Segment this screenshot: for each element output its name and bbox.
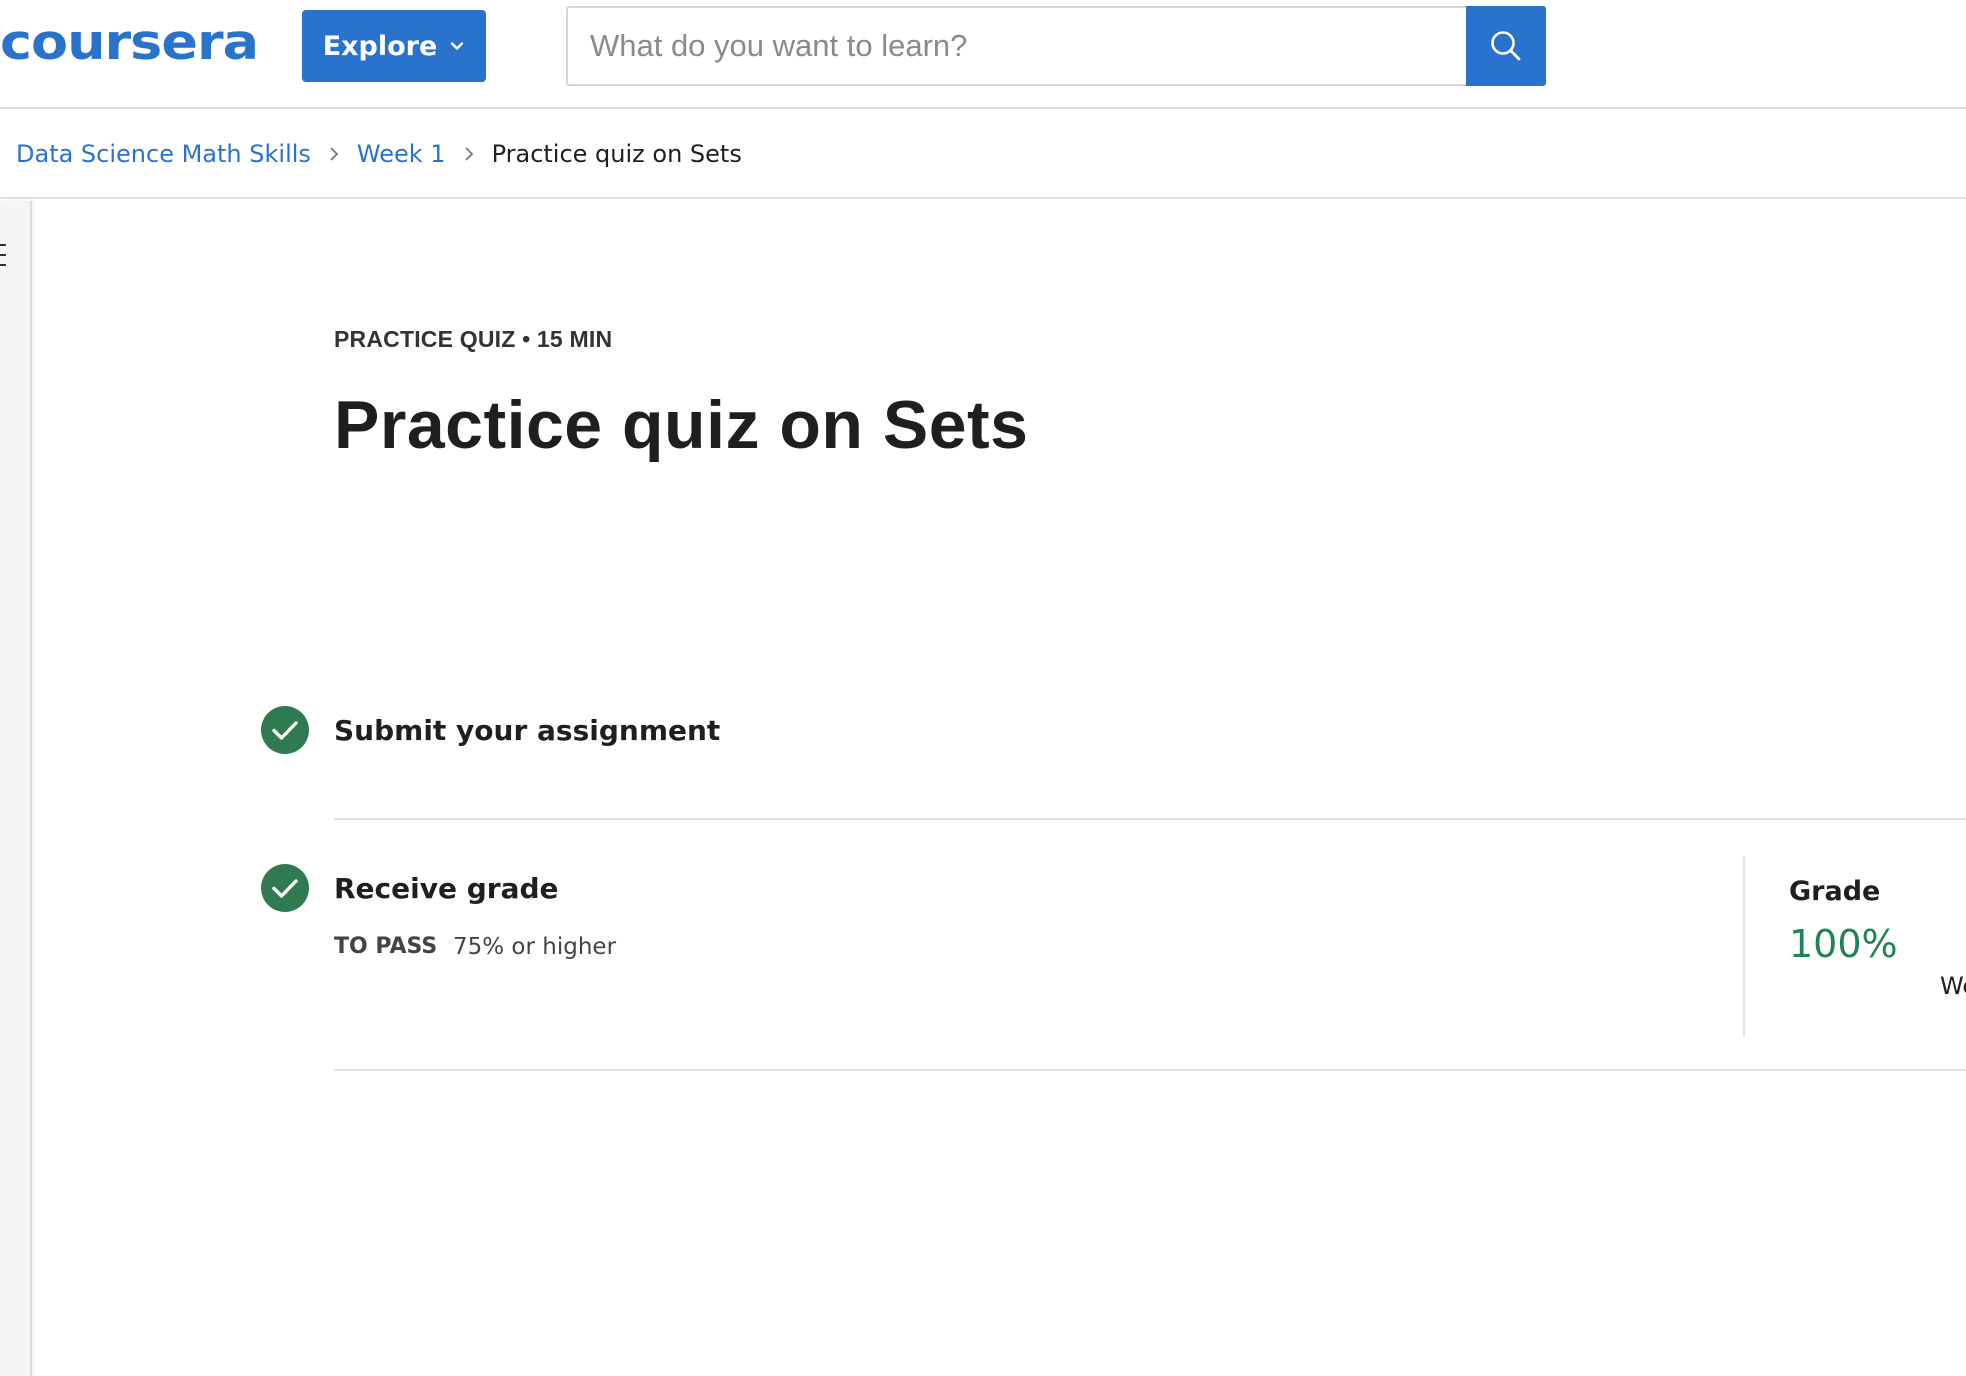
grade-separator bbox=[1743, 856, 1745, 1036]
grade-label: Grade bbox=[1789, 876, 1881, 907]
submit-assignment-step[interactable]: Submit your assignment bbox=[334, 714, 720, 747]
page-title: Practice quiz on Sets bbox=[334, 387, 1029, 463]
left-sidebar-collapsed bbox=[0, 201, 32, 1376]
search-field[interactable] bbox=[566, 6, 1466, 86]
grade-value: 100% bbox=[1789, 922, 1898, 966]
check-circle-icon bbox=[261, 864, 309, 912]
menu-icon[interactable] bbox=[0, 241, 8, 269]
truncated-text: We bbox=[1940, 972, 1966, 1000]
receive-grade-step: Receive grade bbox=[334, 872, 559, 905]
to-pass-value: 75% or higher bbox=[453, 934, 617, 960]
check-circle-icon bbox=[261, 706, 309, 754]
divider bbox=[334, 1069, 1966, 1071]
search-button[interactable] bbox=[1466, 6, 1546, 86]
top-header: coursera Explore bbox=[0, 0, 1966, 109]
breadcrumb-current-page: Practice quiz on Sets bbox=[491, 140, 742, 168]
breadcrumb: Data Science Math Skills Week 1 Practice… bbox=[0, 111, 1966, 199]
explore-button[interactable]: Explore bbox=[302, 10, 486, 82]
breadcrumb-course-link[interactable]: Data Science Math Skills bbox=[16, 140, 311, 168]
chevron-right-icon bbox=[327, 145, 341, 163]
explore-label: Explore bbox=[322, 30, 438, 62]
chevron-down-icon bbox=[451, 42, 464, 50]
search-input[interactable] bbox=[588, 27, 1466, 65]
search-icon bbox=[1491, 31, 1521, 61]
chevron-right-icon bbox=[462, 145, 476, 163]
to-pass-label: TO PASS bbox=[334, 934, 438, 959]
divider bbox=[334, 818, 1966, 820]
coursera-logo[interactable]: coursera bbox=[0, 13, 259, 72]
breadcrumb-week-link[interactable]: Week 1 bbox=[357, 140, 446, 168]
item-type-duration: PRACTICE QUIZ • 15 MIN bbox=[334, 326, 613, 352]
